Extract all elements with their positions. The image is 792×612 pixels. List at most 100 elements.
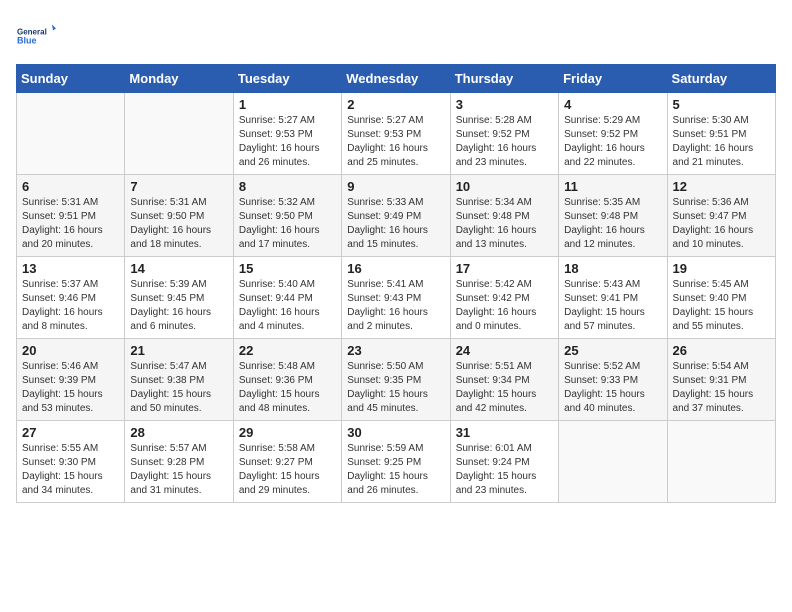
logo-svg: General Blue — [16, 16, 56, 56]
calendar-cell: 25 Sunrise: 5:52 AM Sunset: 9:33 PM Dayli… — [559, 339, 667, 421]
day-number: 13 — [22, 261, 119, 276]
day-info: Sunrise: 5:46 AM Sunset: 9:39 PM Dayligh… — [22, 360, 119, 416]
day-number: 19 — [673, 261, 770, 276]
day-info: Sunrise: 5:40 AM Sunset: 9:44 PM Dayligh… — [239, 278, 336, 334]
calendar-cell: 18 Sunrise: 5:43 AM Sunset: 9:41 PM Dayli… — [559, 257, 667, 339]
weekday-header: Thursday — [450, 65, 558, 93]
day-number: 16 — [347, 261, 444, 276]
calendar-week-row: 20Sunrise: 5:46 AM Sunset: 9:39 PM Dayli… — [17, 339, 776, 421]
weekday-header: Tuesday — [233, 65, 341, 93]
day-info: Sunrise: 5:35 AM Sunset: 9:48 PM Dayligh… — [564, 196, 661, 252]
weekday-header: Saturday — [667, 65, 775, 93]
day-number: 25 — [564, 343, 661, 358]
svg-text:Blue: Blue — [17, 36, 37, 46]
calendar-cell: 21 Sunrise: 5:47 AM Sunset: 9:38 PM Dayli… — [125, 339, 233, 421]
calendar-cell: 16 Sunrise: 5:41 AM Sunset: 9:43 PM Dayli… — [342, 257, 450, 339]
calendar-cell: 27Sunrise: 5:55 AM Sunset: 9:30 PM Dayli… — [17, 421, 125, 503]
weekday-header: Sunday — [17, 65, 125, 93]
calendar-cell: 11 Sunrise: 5:35 AM Sunset: 9:48 PM Dayli… — [559, 175, 667, 257]
day-info: Sunrise: 5:32 AM Sunset: 9:50 PM Dayligh… — [239, 196, 336, 252]
day-number: 22 — [239, 343, 336, 358]
day-number: 1 — [239, 97, 336, 112]
day-info: Sunrise: 5:33 AM Sunset: 9:49 PM Dayligh… — [347, 196, 444, 252]
day-number: 18 — [564, 261, 661, 276]
calendar-cell — [667, 421, 775, 503]
weekday-header: Monday — [125, 65, 233, 93]
day-info: Sunrise: 5:34 AM Sunset: 9:48 PM Dayligh… — [456, 196, 553, 252]
calendar-cell: 5 Sunrise: 5:30 AM Sunset: 9:51 PM Daylig… — [667, 93, 775, 175]
calendar-cell: 20Sunrise: 5:46 AM Sunset: 9:39 PM Dayli… — [17, 339, 125, 421]
day-info: Sunrise: 5:30 AM Sunset: 9:51 PM Dayligh… — [673, 114, 770, 170]
day-info: Sunrise: 5:37 AM Sunset: 9:46 PM Dayligh… — [22, 278, 119, 334]
day-number: 5 — [673, 97, 770, 112]
calendar-cell: 8 Sunrise: 5:32 AM Sunset: 9:50 PM Daylig… — [233, 175, 341, 257]
calendar-cell — [559, 421, 667, 503]
weekday-header: Wednesday — [342, 65, 450, 93]
day-info: Sunrise: 5:58 AM Sunset: 9:27 PM Dayligh… — [239, 442, 336, 498]
calendar-cell: 26 Sunrise: 5:54 AM Sunset: 9:31 PM Dayli… — [667, 339, 775, 421]
day-info: Sunrise: 5:45 AM Sunset: 9:40 PM Dayligh… — [673, 278, 770, 334]
day-number: 21 — [130, 343, 227, 358]
calendar-cell: 28 Sunrise: 5:57 AM Sunset: 9:28 PM Dayli… — [125, 421, 233, 503]
calendar-cell: 9 Sunrise: 5:33 AM Sunset: 9:49 PM Daylig… — [342, 175, 450, 257]
day-number: 28 — [130, 425, 227, 440]
calendar-week-row: 27Sunrise: 5:55 AM Sunset: 9:30 PM Dayli… — [17, 421, 776, 503]
day-info: Sunrise: 5:59 AM Sunset: 9:25 PM Dayligh… — [347, 442, 444, 498]
day-info: Sunrise: 5:31 AM Sunset: 9:51 PM Dayligh… — [22, 196, 119, 252]
day-info: Sunrise: 5:28 AM Sunset: 9:52 PM Dayligh… — [456, 114, 553, 170]
day-info: Sunrise: 5:48 AM Sunset: 9:36 PM Dayligh… — [239, 360, 336, 416]
calendar-cell: 29 Sunrise: 5:58 AM Sunset: 9:27 PM Dayli… — [233, 421, 341, 503]
day-info: Sunrise: 5:54 AM Sunset: 9:31 PM Dayligh… — [673, 360, 770, 416]
day-number: 17 — [456, 261, 553, 276]
day-info: Sunrise: 5:50 AM Sunset: 9:35 PM Dayligh… — [347, 360, 444, 416]
day-info: Sunrise: 5:57 AM Sunset: 9:28 PM Dayligh… — [130, 442, 227, 498]
day-number: 29 — [239, 425, 336, 440]
calendar-cell: 24 Sunrise: 5:51 AM Sunset: 9:34 PM Dayli… — [450, 339, 558, 421]
day-number: 30 — [347, 425, 444, 440]
day-number: 26 — [673, 343, 770, 358]
day-number: 24 — [456, 343, 553, 358]
day-number: 27 — [22, 425, 119, 440]
day-number: 3 — [456, 97, 553, 112]
day-info: Sunrise: 5:41 AM Sunset: 9:43 PM Dayligh… — [347, 278, 444, 334]
day-info: Sunrise: 6:01 AM Sunset: 9:24 PM Dayligh… — [456, 442, 553, 498]
day-info: Sunrise: 5:27 AM Sunset: 9:53 PM Dayligh… — [239, 114, 336, 170]
day-number: 9 — [347, 179, 444, 194]
calendar-cell: 3 Sunrise: 5:28 AM Sunset: 9:52 PM Daylig… — [450, 93, 558, 175]
page-header: General Blue — [16, 16, 776, 56]
day-info: Sunrise: 5:47 AM Sunset: 9:38 PM Dayligh… — [130, 360, 227, 416]
calendar-cell: 6 Sunrise: 5:31 AM Sunset: 9:51 PM Daylig… — [17, 175, 125, 257]
day-number: 23 — [347, 343, 444, 358]
day-info: Sunrise: 5:52 AM Sunset: 9:33 PM Dayligh… — [564, 360, 661, 416]
calendar-cell: 31 Sunrise: 6:01 AM Sunset: 9:24 PM Dayli… — [450, 421, 558, 503]
day-number: 10 — [456, 179, 553, 194]
calendar-cell: 12Sunrise: 5:36 AM Sunset: 9:47 PM Dayli… — [667, 175, 775, 257]
day-number: 6 — [22, 179, 119, 194]
calendar-cell: 23 Sunrise: 5:50 AM Sunset: 9:35 PM Dayli… — [342, 339, 450, 421]
day-info: Sunrise: 5:29 AM Sunset: 9:52 PM Dayligh… — [564, 114, 661, 170]
calendar-week-row: 6 Sunrise: 5:31 AM Sunset: 9:51 PM Daylig… — [17, 175, 776, 257]
day-number: 31 — [456, 425, 553, 440]
calendar-cell: 19 Sunrise: 5:45 AM Sunset: 9:40 PM Dayli… — [667, 257, 775, 339]
calendar-week-row: 13 Sunrise: 5:37 AM Sunset: 9:46 PM Dayli… — [17, 257, 776, 339]
day-number: 15 — [239, 261, 336, 276]
day-number: 8 — [239, 179, 336, 194]
calendar-cell: 30 Sunrise: 5:59 AM Sunset: 9:25 PM Dayli… — [342, 421, 450, 503]
calendar-cell: 15 Sunrise: 5:40 AM Sunset: 9:44 PM Dayli… — [233, 257, 341, 339]
day-info: Sunrise: 5:43 AM Sunset: 9:41 PM Dayligh… — [564, 278, 661, 334]
day-number: 14 — [130, 261, 227, 276]
weekday-header: Friday — [559, 65, 667, 93]
day-number: 4 — [564, 97, 661, 112]
calendar-cell: 4 Sunrise: 5:29 AM Sunset: 9:52 PM Daylig… — [559, 93, 667, 175]
calendar-week-row: 1 Sunrise: 5:27 AM Sunset: 9:53 PM Daylig… — [17, 93, 776, 175]
day-number: 11 — [564, 179, 661, 194]
day-number: 12 — [673, 179, 770, 194]
weekday-header-row: SundayMondayTuesdayWednesdayThursdayFrid… — [17, 65, 776, 93]
calendar-cell: 1 Sunrise: 5:27 AM Sunset: 9:53 PM Daylig… — [233, 93, 341, 175]
day-info: Sunrise: 5:31 AM Sunset: 9:50 PM Dayligh… — [130, 196, 227, 252]
day-info: Sunrise: 5:51 AM Sunset: 9:34 PM Dayligh… — [456, 360, 553, 416]
day-info: Sunrise: 5:27 AM Sunset: 9:53 PM Dayligh… — [347, 114, 444, 170]
calendar-cell — [17, 93, 125, 175]
day-info: Sunrise: 5:39 AM Sunset: 9:45 PM Dayligh… — [130, 278, 227, 334]
day-number: 2 — [347, 97, 444, 112]
